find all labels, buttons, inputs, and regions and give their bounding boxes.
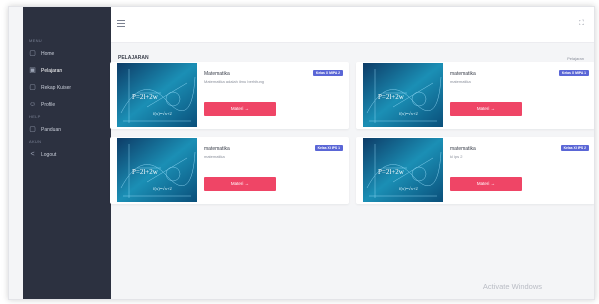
sidebar-group-menu: MENU bbox=[29, 38, 42, 43]
materi-button[interactable]: Materi → bbox=[450, 102, 522, 116]
materi-button[interactable]: Materi → bbox=[204, 102, 276, 116]
page-title: PELAJARAN bbox=[118, 55, 149, 61]
sidebar-item-label: Rekap Kuiser bbox=[41, 84, 72, 91]
button-label: Materi bbox=[230, 106, 244, 111]
course-thumbnail-image: P=2l+2w f(x)=√x+2 bbox=[117, 138, 197, 202]
svg-text:f(x)=√x+2: f(x)=√x+2 bbox=[399, 186, 418, 191]
course-title: matematika bbox=[450, 146, 476, 152]
book-icon: ▣ bbox=[29, 67, 36, 74]
share-icon: < bbox=[30, 151, 35, 158]
sidebar-item-profile[interactable]: ☺ Profile bbox=[23, 96, 111, 113]
course-thumbnail-image: P=2l+2w f(x)=√x+2 bbox=[363, 138, 443, 202]
class-badge: Kelas X MIPA 2 bbox=[312, 70, 343, 76]
user-icon: ☺ bbox=[29, 101, 37, 108]
arrow-right-icon: → bbox=[244, 181, 250, 186]
course-card: P=2l+2w f(x)=√x+2 matematika matematika … bbox=[356, 62, 594, 129]
sidebar-item-logout[interactable]: < Logout bbox=[23, 146, 111, 163]
sidebar: MENU ▢ Home ▣ Pelajaran ▢ Rekap Kuiser ☺… bbox=[23, 7, 111, 299]
windows-activation-watermark: Activate Windows bbox=[482, 282, 542, 291]
svg-text:P=2l+2w: P=2l+2w bbox=[132, 168, 159, 176]
course-thumbnail-image: P=2l+2w f(x)=√x+2 bbox=[363, 63, 443, 127]
svg-text:f(x)=√x+2: f(x)=√x+2 bbox=[399, 111, 418, 116]
button-label: Materi bbox=[476, 106, 490, 111]
sidebar-item-pelajaran[interactable]: ▣ Pelajaran bbox=[23, 62, 111, 79]
button-label: Materi bbox=[476, 181, 490, 186]
course-thumbnail-image: P=2l+2w f(x)=√x+2 bbox=[117, 63, 197, 127]
course-title: matematika bbox=[450, 71, 476, 77]
dashboard-icon: ▢ bbox=[29, 50, 36, 57]
svg-text:P=2l+2w: P=2l+2w bbox=[132, 93, 159, 101]
hamburger-icon[interactable] bbox=[117, 20, 125, 28]
course-description: matematika bbox=[204, 154, 225, 159]
course-description: kl ips 2 bbox=[450, 154, 463, 159]
sidebar-brand-space bbox=[23, 7, 111, 37]
sidebar-group-akun: AKUN bbox=[29, 139, 42, 144]
breadcrumb[interactable]: Pelajaran bbox=[567, 56, 584, 61]
course-title: Matematika bbox=[204, 71, 230, 77]
sidebar-item-label: Home bbox=[41, 50, 55, 57]
top-bar: ⛶ bbox=[111, 7, 594, 43]
sidebar-item-label: Panduan bbox=[41, 126, 62, 133]
fullscreen-icon[interactable]: ⛶ bbox=[579, 20, 586, 27]
list-icon: ▢ bbox=[29, 84, 36, 91]
svg-text:f(x)=√x+2: f(x)=√x+2 bbox=[153, 186, 172, 191]
sidebar-item-panduan[interactable]: ▢ Panduan bbox=[23, 121, 111, 138]
svg-text:P=2l+2w: P=2l+2w bbox=[378, 93, 405, 101]
sidebar-item-label: Logout bbox=[41, 151, 57, 158]
svg-text:f(x)=√x+2: f(x)=√x+2 bbox=[153, 111, 172, 116]
class-badge: Kelas XI IPS 2 bbox=[560, 145, 589, 151]
course-title: matematika bbox=[204, 146, 230, 152]
course-card: P=2l+2w f(x)=√x+2 Matematika Matematika … bbox=[110, 62, 349, 129]
arrow-right-icon: → bbox=[490, 106, 496, 111]
materi-button[interactable]: Materi → bbox=[450, 177, 522, 191]
sidebar-item-label: Pelajaran bbox=[41, 67, 63, 74]
class-badge: Kelas XI IPS 1 bbox=[314, 145, 343, 151]
class-badge: Kelas X MIPA 1 bbox=[558, 70, 589, 76]
course-card: P=2l+2w f(x)=√x+2 matematika kl ips 2 Ke… bbox=[356, 137, 594, 204]
course-description: Matematika adalah ilmu berhitung bbox=[204, 79, 265, 84]
app-window: MENU ▢ Home ▣ Pelajaran ▢ Rekap Kuiser ☺… bbox=[8, 6, 595, 300]
arrow-right-icon: → bbox=[490, 181, 496, 186]
course-description: matematika bbox=[450, 79, 471, 84]
sidebar-item-label: Profile bbox=[41, 101, 56, 108]
sidebar-item-rekap[interactable]: ▢ Rekap Kuiser bbox=[23, 79, 111, 96]
svg-text:P=2l+2w: P=2l+2w bbox=[378, 168, 405, 176]
sidebar-group-help: HELP bbox=[29, 114, 41, 119]
file-icon: ▢ bbox=[29, 126, 36, 133]
arrow-right-icon: → bbox=[244, 106, 250, 111]
course-card: P=2l+2w f(x)=√x+2 matematika matematika … bbox=[110, 137, 349, 204]
materi-button[interactable]: Materi → bbox=[204, 177, 276, 191]
sidebar-item-home[interactable]: ▢ Home bbox=[23, 45, 111, 62]
button-label: Materi bbox=[230, 181, 244, 186]
